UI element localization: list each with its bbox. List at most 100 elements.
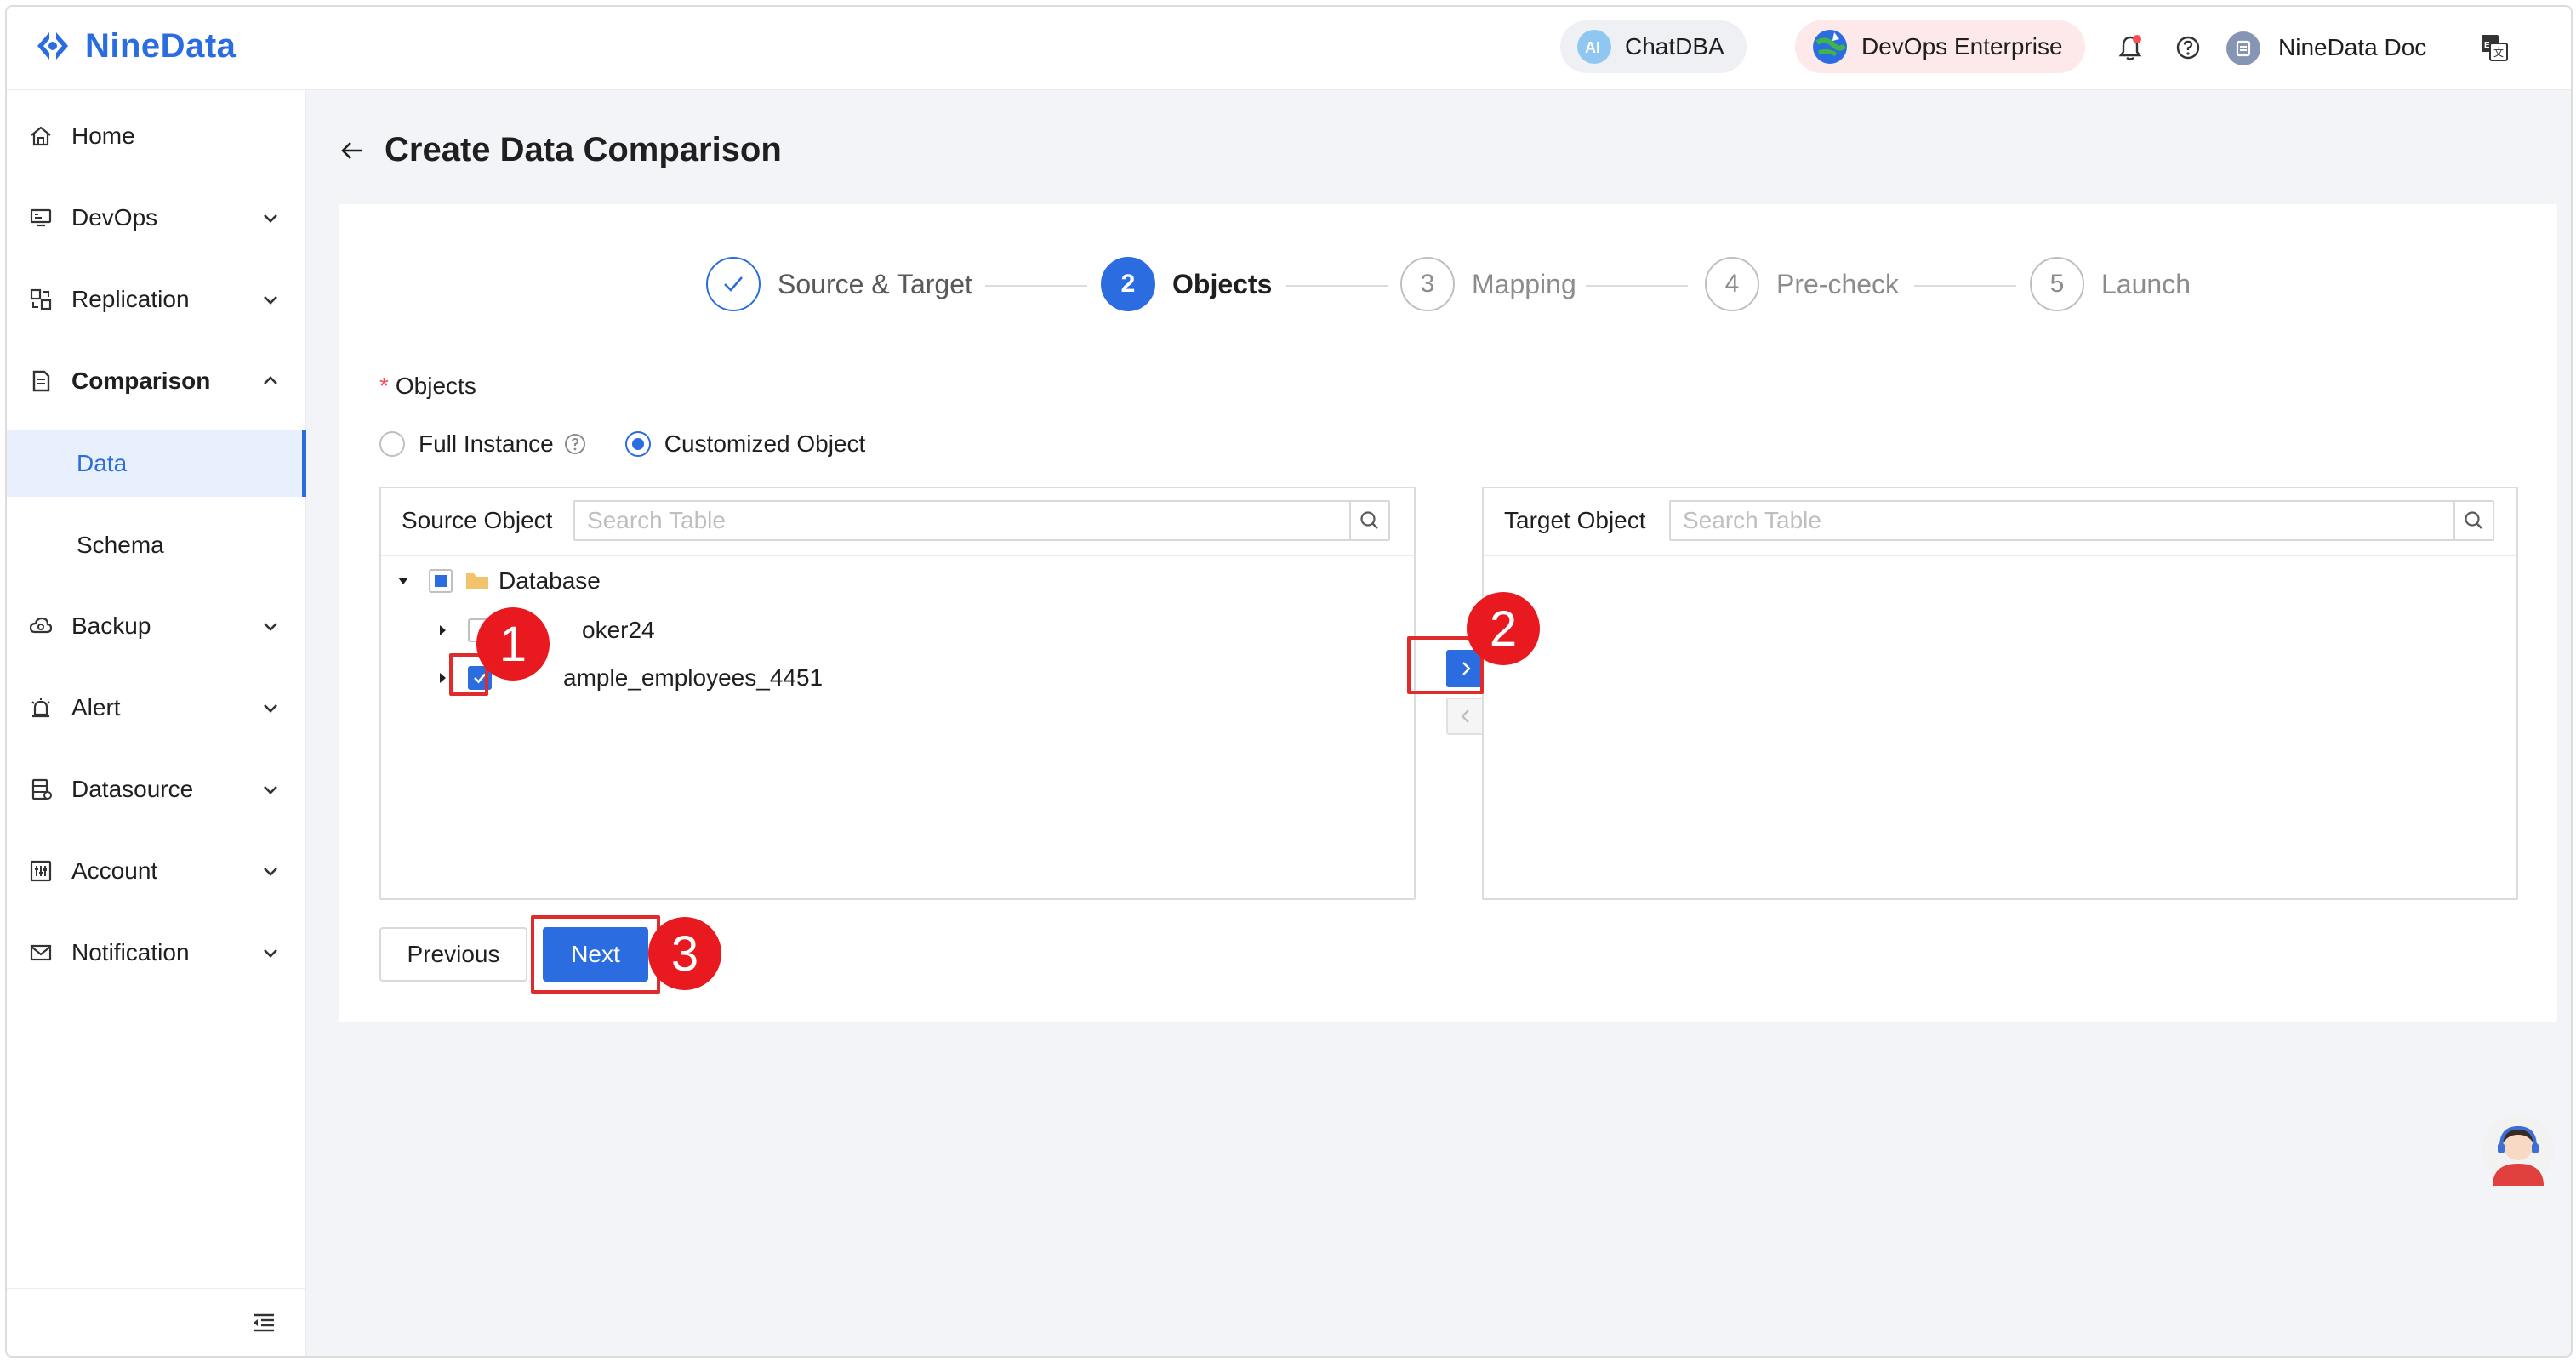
step-label: Objects [1172, 268, 1273, 299]
radio-custom-label: Customized Object [664, 430, 866, 457]
step-number: 4 [1705, 257, 1759, 311]
sidebar-item-label: Comparison [71, 367, 211, 394]
sidebar-item-account[interactable]: Account [7, 837, 306, 905]
brand-name: NineData [85, 26, 237, 65]
objects-label: Objects [395, 373, 476, 399]
caret-down-icon[interactable] [393, 571, 413, 591]
sidebar-item-alert[interactable]: Alert [7, 674, 306, 742]
radio-full-instance[interactable]: Full Instance [379, 430, 586, 458]
steps-bar: Source & Target 2 Objects 3 Mapping 4 Pr… [339, 257, 2557, 316]
caret-right-icon[interactable] [432, 620, 453, 641]
annotation-badge-2: 2 [1467, 592, 1540, 665]
sidebar-item-home[interactable]: Home [7, 102, 306, 170]
doc-link[interactable]: NineData Doc [2278, 34, 2426, 61]
chevron-down-icon [264, 296, 277, 305]
chevron-down-icon [264, 949, 277, 958]
app-frame: NineData AI ChatDBA DevOps Enterprise Ni… [5, 5, 2573, 1358]
top-bar: NineData AI ChatDBA DevOps Enterprise Ni… [7, 7, 2571, 90]
back-arrow-icon[interactable] [339, 137, 366, 164]
home-icon [27, 122, 54, 150]
translate-icon[interactable]: En 文 [2479, 32, 2510, 63]
devops-label: DevOps Enterprise [1861, 33, 2063, 60]
account-icon [27, 857, 54, 885]
sidebar-item-notification[interactable]: Notification [7, 919, 306, 987]
chevron-down-icon [264, 704, 277, 713]
sidebar: Home DevOps Replication Comparison Data [7, 90, 306, 1356]
alarm-icon [27, 694, 54, 721]
page-title: Create Data Comparison [385, 131, 782, 168]
step-number: 2 [1101, 257, 1155, 311]
step-connector [1914, 285, 2016, 287]
required-mark: * [379, 373, 389, 399]
wizard-card: Source & Target 2 Objects 3 Mapping 4 Pr… [339, 204, 2557, 1022]
sidebar-item-comparison[interactable]: Comparison [7, 347, 306, 415]
source-panel-title: Source Object [402, 507, 553, 533]
sidebar-item-replication[interactable]: Replication [7, 265, 306, 333]
sidebar-item-backup[interactable]: Backup [7, 592, 306, 660]
radio-circle[interactable] [379, 431, 405, 457]
user-icon[interactable] [2226, 31, 2261, 66]
step-mapping: 3 Mapping [1400, 257, 1576, 311]
support-avatar[interactable] [2481, 1113, 2556, 1187]
radio-customized-object[interactable]: Customized Object [624, 430, 866, 458]
sidebar-item-devops[interactable]: DevOps [7, 184, 306, 252]
help-icon[interactable] [2173, 32, 2203, 63]
step-label: Source & Target [778, 268, 972, 299]
chevron-down-icon [264, 868, 277, 876]
collapse-menu-icon[interactable] [250, 1309, 277, 1336]
database-icon [27, 776, 54, 803]
logo[interactable]: NineData [31, 24, 236, 68]
sidebar-item-datasource[interactable]: Datasource [7, 755, 306, 823]
sidebar-item-label: DevOps [71, 204, 158, 231]
target-object-panel: Target Object [1482, 487, 2518, 900]
chatdba-button[interactable]: AI ChatDBA [1560, 20, 1747, 73]
target-search [1669, 500, 2494, 541]
tree-checkbox[interactable] [429, 569, 453, 593]
tree-node-label: oker24 [582, 617, 655, 643]
search-icon[interactable] [1349, 502, 1388, 539]
source-panel-header: Source Object [381, 488, 1414, 556]
comparison-icon [27, 367, 54, 395]
replication-icon [27, 286, 54, 313]
svg-text:AI: AI [1585, 39, 1600, 56]
chevron-down-icon [264, 623, 277, 631]
chevron-down-icon [264, 214, 277, 223]
search-icon[interactable] [2453, 502, 2493, 539]
previous-button[interactable]: Previous [379, 927, 527, 982]
sidebar-item-label: Alert [71, 694, 121, 720]
page-header: Create Data Comparison [339, 131, 782, 169]
step-precheck: 4 Pre-check [1705, 257, 1899, 311]
sidebar-item-label: Replication [71, 286, 190, 312]
sidebar-item-label: Account [71, 857, 158, 884]
step-number: 3 [1400, 257, 1455, 311]
radio-full-label: Full Instance [419, 430, 554, 457]
chatdba-label: ChatDBA [1625, 33, 1724, 60]
step-launch: 5 Launch [2030, 257, 2191, 311]
sidebar-subitem-data[interactable]: Data [7, 430, 306, 497]
target-panel-header: Target Object [1484, 488, 2516, 556]
sidebar-subitem-schema[interactable]: Schema [7, 512, 306, 578]
target-search-input[interactable] [1671, 502, 2453, 539]
mail-icon [27, 939, 54, 966]
sidebar-item-label: Backup [71, 612, 151, 639]
step-label: Mapping [1472, 268, 1576, 299]
source-search-input[interactable] [575, 502, 1349, 539]
tree-node-database[interactable]: Database [393, 560, 601, 602]
annotation-badge-1: 1 [476, 607, 550, 680]
annotation-badge-3: 3 [648, 917, 721, 990]
radio-circle[interactable] [624, 431, 651, 457]
folder-icon [466, 573, 488, 589]
devops-enterprise-button[interactable]: DevOps Enterprise [1795, 20, 2085, 73]
chevron-down-icon [264, 786, 277, 794]
target-panel-title: Target Object [1504, 507, 1646, 533]
help-circle-icon[interactable] [564, 433, 586, 455]
step-label: Launch [2101, 268, 2191, 299]
cloud-icon [27, 612, 54, 640]
step-objects: 2 Objects [1101, 257, 1272, 311]
bell-icon[interactable] [2115, 32, 2146, 63]
tree-node-label: Database [499, 567, 601, 594]
sidebar-item-label: Datasource [71, 776, 194, 802]
move-left-button[interactable] [1446, 698, 1485, 735]
step-source-target: Source & Target [706, 257, 972, 311]
sidebar-item-label: Home [71, 122, 135, 149]
